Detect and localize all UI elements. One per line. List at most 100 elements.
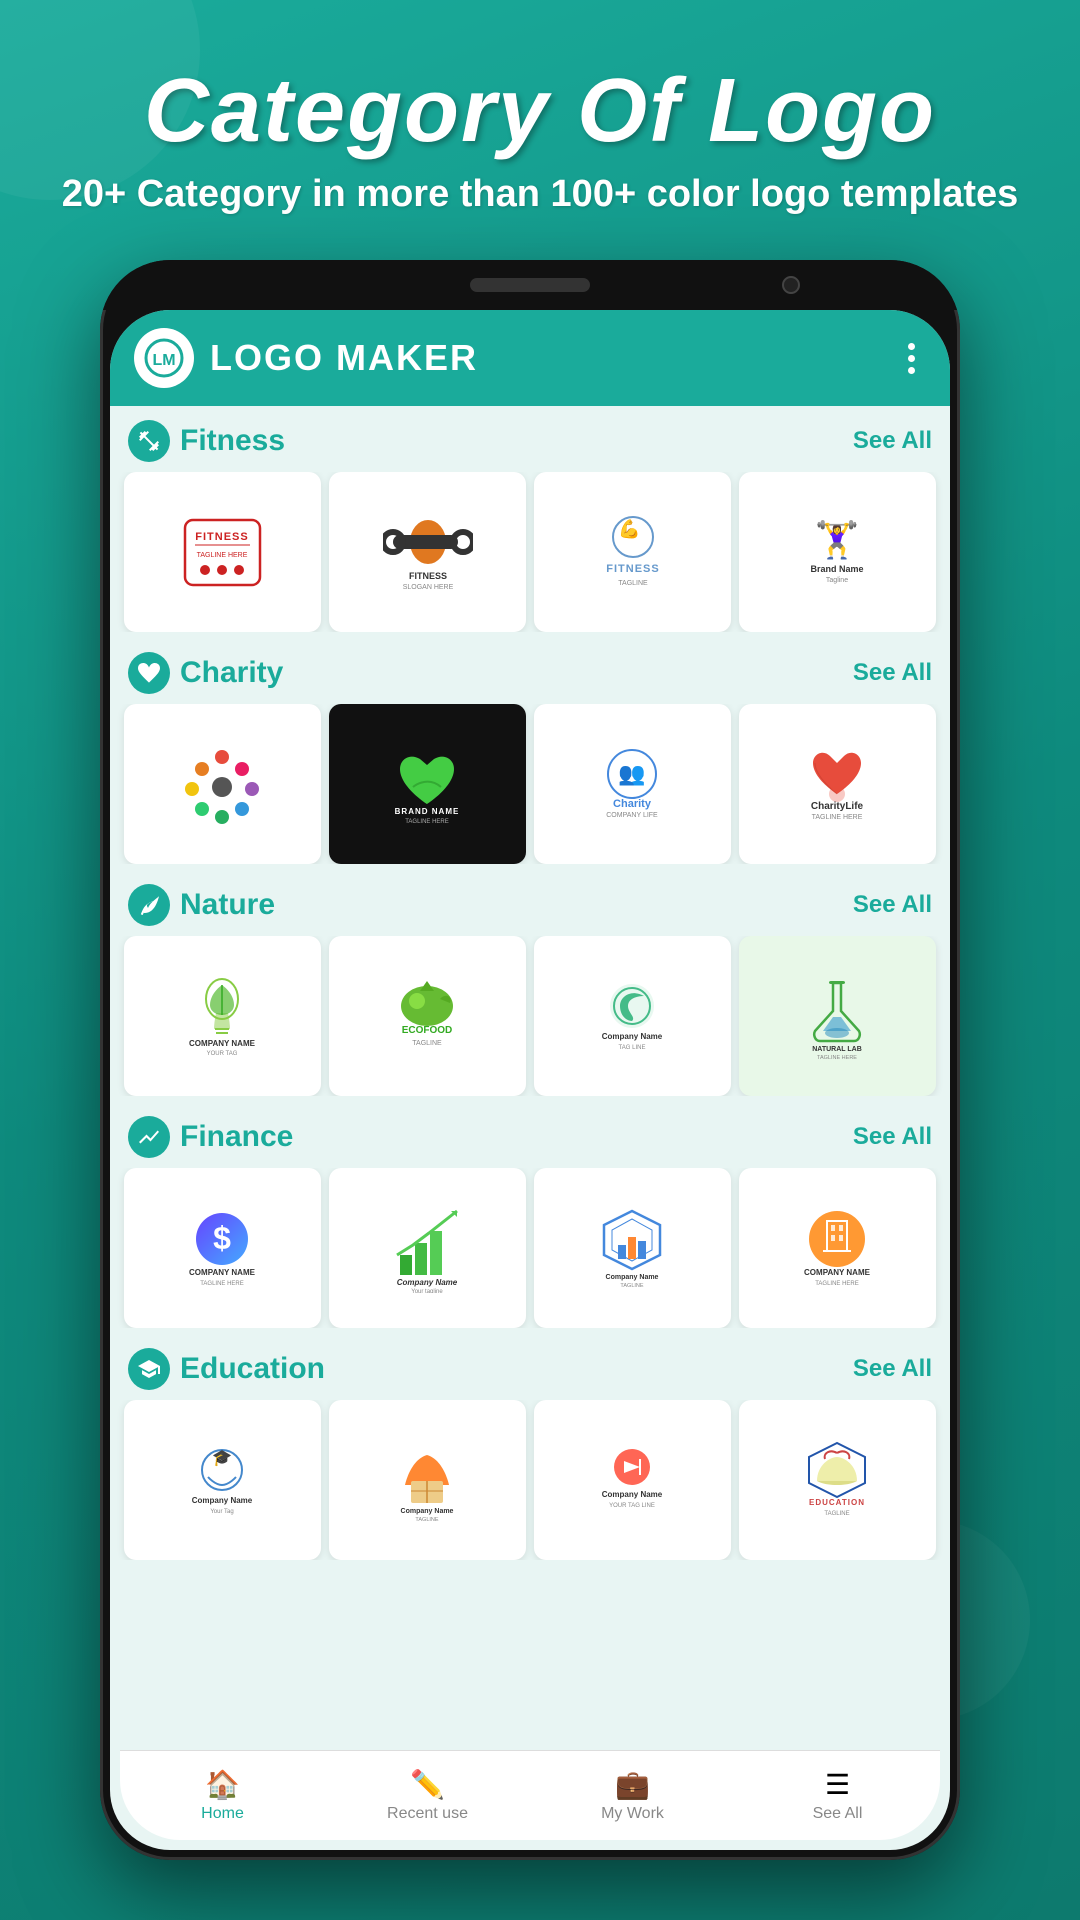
education-title-row: Education	[128, 1348, 325, 1390]
finance-see-all[interactable]: See All	[853, 1123, 932, 1151]
finance-title-row: Finance	[128, 1116, 293, 1158]
page-subtitle: 20+ Category in more than 100+ color log…	[40, 173, 1040, 216]
finance-section: Finance See All	[110, 1102, 950, 1334]
svg-text:TAGLINE: TAGLINE	[824, 1511, 849, 1517]
nature-title-row: Nature	[128, 884, 275, 926]
finance-logo-2[interactable]: Company Name Your tagline	[329, 1168, 526, 1328]
app-title: LOGO MAKER	[210, 337, 880, 379]
education-icon	[128, 1348, 170, 1390]
fitness-title: Fitness	[180, 424, 285, 458]
finance-logo-1[interactable]: $ COMPANY NAME TAGLINE HERE	[124, 1168, 321, 1328]
svg-text:TAGLINE HERE: TAGLINE HERE	[815, 1281, 859, 1287]
svg-text:TAGLINE: TAGLINE	[618, 580, 648, 587]
svg-text:TAGLINE HERE: TAGLINE HERE	[812, 814, 863, 821]
education-title: Education	[180, 1352, 325, 1386]
phone-notch	[100, 260, 960, 310]
svg-text:$: $	[213, 1220, 231, 1256]
svg-text:TAG LINE: TAG LINE	[619, 1045, 646, 1051]
fitness-section: Fitness See All FITNESS	[110, 406, 950, 638]
charity-section: Charity See All	[110, 638, 950, 870]
nature-grid: COMPANY NAME YOUR TAG	[110, 936, 950, 1096]
app-content[interactable]: Fitness See All FITNESS	[110, 406, 950, 1756]
nav-recent[interactable]: ✏️ Recent use	[325, 1768, 530, 1823]
svg-text:🏋️‍♀️: 🏋️‍♀️	[815, 519, 860, 560]
fitness-grid: FITNESS TAGLINE HERE	[110, 472, 950, 632]
charity-title-row: Charity	[128, 652, 283, 694]
education-section: Education See All 🎓	[110, 1334, 950, 1566]
education-see-all[interactable]: See All	[853, 1355, 932, 1383]
bottom-nav: 🏠 Home ✏️ Recent use 💼 My Work ☰ See All	[120, 1750, 940, 1840]
nav-seeall-label: See All	[813, 1805, 863, 1823]
svg-text:CharityLife: CharityLife	[811, 801, 864, 812]
svg-text:TAGLINE: TAGLINE	[412, 1040, 442, 1047]
nature-title: Nature	[180, 888, 275, 922]
svg-text:YOUR TAG: YOUR TAG	[207, 1051, 238, 1057]
charity-logo-3[interactable]: 👥 Charity COMPANY LIFE	[534, 704, 731, 864]
fitness-logo-3[interactable]: 💪 FITNESS TAGLINE	[534, 472, 731, 632]
nav-mywork-label: My Work	[601, 1805, 664, 1823]
fitness-logo-1[interactable]: FITNESS TAGLINE HERE	[124, 472, 321, 632]
finance-title: Finance	[180, 1120, 293, 1154]
charity-logo-2[interactable]: BRAND NAME TAGLINE HERE	[329, 704, 526, 864]
nav-home[interactable]: 🏠 Home	[120, 1768, 325, 1823]
svg-text:💪: 💪	[618, 518, 640, 539]
finance-logo-3[interactable]: Company Name TAGLINE	[534, 1168, 731, 1328]
fitness-logo-2[interactable]: FITNESS SLOGAN HERE	[329, 472, 526, 632]
fitness-see-all[interactable]: See All	[853, 427, 932, 455]
svg-text:BRAND NAME: BRAND NAME	[395, 807, 460, 816]
svg-text:Company Name: Company Name	[397, 1278, 458, 1287]
svg-text:FITNESS: FITNESS	[408, 571, 446, 581]
phone-camera	[782, 276, 800, 294]
finance-logo-4[interactable]: COMPANY NAME TAGLINE HERE	[739, 1168, 936, 1328]
charity-logo-4[interactable]: CharityLife TAGLINE HERE	[739, 704, 936, 864]
app-logo: LM	[134, 328, 194, 388]
nature-section: Nature See All	[110, 870, 950, 1102]
svg-text:Company Name: Company Name	[192, 1496, 253, 1505]
nav-recent-label: Recent use	[387, 1805, 468, 1823]
svg-text:TAGLINE: TAGLINE	[415, 1517, 438, 1523]
charity-title: Charity	[180, 656, 283, 690]
finance-icon	[128, 1116, 170, 1158]
fitness-icon	[128, 420, 170, 462]
education-logo-4[interactable]: EDUCATION TAGLINE	[739, 1400, 936, 1560]
nature-see-all[interactable]: See All	[853, 891, 932, 919]
menu-dots-button[interactable]	[896, 343, 926, 374]
svg-text:TAGLINE HERE: TAGLINE HERE	[200, 1281, 244, 1287]
education-logo-3[interactable]: Company Name YOUR TAG LINE	[534, 1400, 731, 1560]
charity-logo-1[interactable]: Brand Name	[124, 704, 321, 864]
nature-icon	[128, 884, 170, 926]
charity-header: Charity See All	[110, 652, 950, 694]
education-logo-1[interactable]: 🎓 Company Name Your Tag	[124, 1400, 321, 1560]
svg-text:Brand Name: Brand Name	[810, 564, 863, 574]
finance-header: Finance See All	[110, 1116, 950, 1158]
svg-text:COMPANY NAME: COMPANY NAME	[804, 1268, 871, 1277]
nature-logo-1[interactable]: COMPANY NAME YOUR TAG	[124, 936, 321, 1096]
svg-text:FITNESS: FITNESS	[606, 563, 659, 575]
app-header: LM LOGO MAKER	[110, 310, 950, 406]
nature-logo-4[interactable]: NATURAL LAB TAGLINE HERE	[739, 936, 936, 1096]
nav-seeall[interactable]: ☰ See All	[735, 1768, 940, 1823]
phone-frame: LM LOGO MAKER	[100, 260, 960, 1860]
svg-text:Your Tag: Your Tag	[210, 1509, 233, 1515]
svg-text:Your tagline: Your tagline	[411, 1289, 443, 1293]
svg-text:EDUCATION: EDUCATION	[809, 1498, 865, 1507]
phone-wrapper: LM LOGO MAKER	[100, 260, 980, 1920]
svg-text:FITNESS: FITNESS	[195, 531, 248, 543]
nav-mywork[interactable]: 💼 My Work	[530, 1768, 735, 1823]
nature-logo-3[interactable]: Company Name TAG LINE	[534, 936, 731, 1096]
svg-text:Tagline: Tagline	[826, 577, 848, 584]
svg-text:🎓: 🎓	[212, 1450, 232, 1467]
svg-text:TAGLINE: TAGLINE	[620, 1283, 643, 1289]
svg-text:TAGLINE HERE: TAGLINE HERE	[197, 552, 248, 559]
svg-text:TAGLINE HERE: TAGLINE HERE	[817, 1055, 857, 1061]
fitness-logo-4[interactable]: 🏋️‍♀️ Brand Name Tagline	[739, 472, 936, 632]
svg-text:COMPANY NAME: COMPANY NAME	[189, 1268, 256, 1277]
phone-speaker	[470, 278, 590, 292]
education-logo-2[interactable]: Company Name TAGLINE	[329, 1400, 526, 1560]
app-screen: LM LOGO MAKER	[110, 310, 950, 1850]
nav-home-label: Home	[201, 1805, 244, 1823]
seeall-icon: ☰	[825, 1768, 850, 1801]
charity-see-all[interactable]: See All	[853, 659, 932, 687]
svg-text:Brand Name: Brand Name	[198, 828, 246, 829]
nature-logo-2[interactable]: ECOFOOD TAGLINE	[329, 936, 526, 1096]
